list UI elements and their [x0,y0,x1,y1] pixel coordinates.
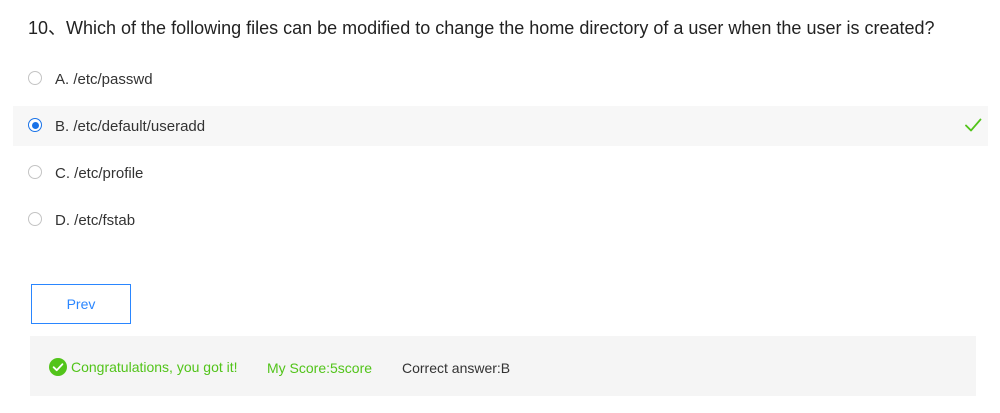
result-status: Congratulations, you got it! [49,358,238,376]
option-c-label: C. /etc/profile [55,165,144,182]
result-panel: Congratulations, you got it! My Score:5s… [30,336,976,396]
question-text: 10、Which of the following files can be m… [28,18,935,38]
option-a[interactable]: A. /etc/passwd [13,59,988,99]
check-circle-icon [49,358,67,376]
option-a-label: A. /etc/passwd [55,71,153,88]
radio-d[interactable] [28,212,42,226]
option-d[interactable]: D. /etc/fstab [13,200,988,240]
check-icon [965,118,982,132]
radio-b[interactable] [28,118,42,132]
radio-c[interactable] [28,165,42,179]
option-b-label: B. /etc/default/useradd [55,118,206,135]
option-d-label: D. /etc/fstab [55,212,136,229]
answer-options: A. /etc/passwd B. /etc/default/useradd C… [13,59,988,247]
option-c[interactable]: C. /etc/profile [13,153,988,193]
prev-button[interactable]: Prev [31,284,131,324]
radio-a[interactable] [28,71,42,85]
score-text: My Score:5score [267,360,373,376]
result-message: Congratulations, you got it! [71,359,238,375]
correct-answer-text: Correct answer:B [402,360,511,376]
option-b[interactable]: B. /etc/default/useradd [13,106,988,146]
